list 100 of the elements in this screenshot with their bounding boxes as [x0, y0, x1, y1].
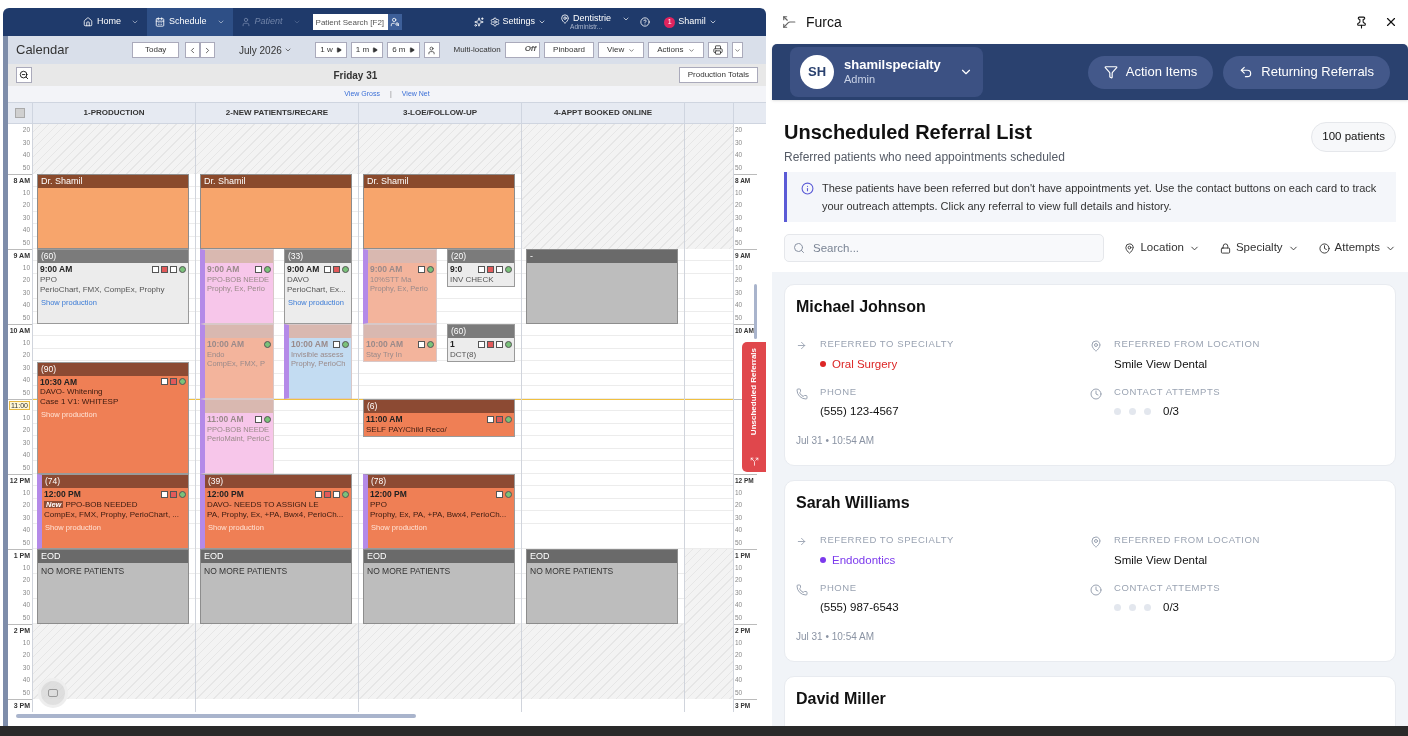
day-title: Friday 31 — [332, 68, 379, 83]
field-label: CONTACT ATTEMPTS — [1114, 582, 1221, 593]
clock-icon — [1318, 242, 1330, 254]
appointment-card[interactable]: (6) 11:00 AM SELF PAY/Child Reco/ — [363, 399, 515, 437]
appointment-time: 1 — [450, 340, 455, 349]
caret-icon — [538, 18, 547, 26]
appointment-detail: PerioChart, FMX, CompEx, Prophy — [40, 285, 165, 294]
provider-block[interactable]: Dr. Shamil — [37, 174, 189, 249]
person-icon — [240, 17, 251, 27]
appointment-detail: Case 1 V1: WHITESP — [40, 398, 119, 406]
user-menu[interactable]: Shamil — [678, 15, 717, 29]
filter-dropdown[interactable]: Specialty — [1219, 239, 1299, 257]
multi-location-toggle[interactable]: Off — [504, 42, 541, 58]
appointment-time: 10:30 AM — [40, 377, 77, 386]
provider-button[interactable] — [423, 42, 440, 58]
referral-card[interactable]: Michael Johnson REFERRED TO SPECIALTY Oral Surgery REFERRED FROM LOCATION Smile View Dental PHONE (555) 123-4567 CONTACT ATTEMPTS 0/3 Jul 31 • 10:54 AM — [784, 284, 1396, 466]
select-all-checkbox[interactable] — [15, 108, 25, 118]
status-icon — [264, 340, 271, 348]
fork-icon — [749, 457, 759, 466]
patient-count-badge: 100 patients — [1311, 122, 1396, 152]
toolbar-button[interactable]: Pinboard — [544, 42, 595, 58]
appointment-time: 9:00 AM — [207, 265, 240, 274]
blocked-slot[interactable]: EOD NO MORE PATIENTS — [363, 549, 515, 624]
appointment-card[interactable]: (60) 1 DCT(8) — [447, 324, 515, 362]
block-title: EOD — [204, 552, 224, 561]
production-totals-button[interactable]: Production Totals — [678, 67, 758, 83]
appointment-detail: INV CHECK — [450, 275, 494, 284]
header-action-button[interactable]: Action Items — [1087, 55, 1214, 89]
appointment-time: 9:00 AM — [370, 265, 403, 274]
blocked-slot[interactable]: - — [526, 249, 678, 324]
nav-tab[interactable]: Schedule — [147, 8, 233, 36]
appointment-header-bar — [205, 325, 273, 338]
column-header: 1-PRODUCTION — [83, 107, 145, 119]
patient-name: David Miller — [796, 690, 886, 707]
blocked-slot[interactable]: EOD NO MORE PATIENTS — [526, 549, 678, 624]
range-button[interactable]: 1 w — [315, 42, 347, 58]
appointment-header-bar — [205, 400, 273, 413]
print-options-button[interactable] — [731, 42, 743, 58]
sparkle-icon[interactable] — [473, 17, 484, 27]
appointment-card[interactable]: (20) 9:0 INV CHECK — [447, 249, 515, 287]
person-icon — [427, 45, 436, 55]
provider-block[interactable]: Dr. Shamil — [363, 174, 515, 249]
nav-tab[interactable]: Home — [75, 8, 147, 36]
filter-dropdown[interactable]: Attempts — [1318, 239, 1396, 257]
duration-label: (60) — [41, 252, 57, 261]
referral-date: Jul 31 • 10:54 AM — [796, 629, 875, 644]
referral-card[interactable]: Sarah Williams REFERRED TO SPECIALTY Endodontics REFERRED FROM LOCATION Smile View Dental PHONE (555) 987-6543 CONTACT ATTEMPTS 0/3 Jul 31 • 10:54 AM — [784, 480, 1396, 662]
location-name: Smile View Dental — [1114, 356, 1209, 372]
appointment-detail: Prophy, Ex, PA, +PA, Bwx4, PerioCh... — [370, 510, 507, 519]
zoom-out-button[interactable] — [16, 67, 32, 83]
field-label: PHONE — [820, 582, 858, 593]
provider-block[interactable]: Dr. Shamil — [200, 174, 352, 249]
phone-icon — [796, 583, 808, 596]
referral-card[interactable]: David Miller — [784, 676, 1396, 726]
vertical-scrollbar[interactable] — [754, 284, 757, 339]
appointment-detail: DAVO — [287, 275, 310, 284]
block-title: Dr. Shamil — [41, 177, 83, 186]
filter-dropdown[interactable]: Location — [1124, 239, 1200, 257]
blocked-slot[interactable]: EOD NO MORE PATIENTS — [200, 549, 352, 624]
field-label: REFERRED TO SPECIALTY — [820, 339, 954, 349]
close-icon[interactable] — [1384, 15, 1398, 29]
next-button[interactable] — [200, 42, 216, 58]
blocked-slot[interactable]: EOD NO MORE PATIENTS — [37, 549, 189, 624]
pin-icon[interactable] — [1355, 15, 1368, 29]
avatar: SH — [800, 55, 834, 89]
play-icon — [372, 47, 379, 53]
field-label: REFERRED FROM LOCATION — [1114, 339, 1260, 349]
menu-button[interactable]: Actions — [648, 42, 704, 58]
location-name: Smile View Dental — [1114, 552, 1209, 568]
print-button[interactable] — [707, 42, 728, 58]
panel-title: Furca — [806, 12, 842, 32]
menu-button[interactable]: View — [598, 42, 645, 58]
duration-label: (60) — [451, 327, 467, 336]
column-header: 4-APPT BOOKED ONLINE — [553, 107, 653, 119]
field-label: REFERRED TO SPECIALTY — [820, 535, 954, 545]
account-switcher[interactable]: SH shamilspecialty Admin — [790, 47, 983, 97]
patient-search-field[interactable]: Patient Search [F2] — [312, 14, 388, 30]
caret-icon — [131, 18, 139, 26]
phone-icon — [796, 387, 808, 400]
appointment-time: 12:00 PM — [207, 490, 244, 499]
block-title: Dr. Shamil — [204, 177, 246, 186]
filter-icon — [1103, 65, 1118, 79]
previous-button[interactable] — [185, 42, 201, 58]
location-menu[interactable]: Dentistrie — [560, 13, 631, 24]
range-button[interactable]: 6 m — [387, 42, 420, 58]
appointment-time: 9:00 AM — [287, 265, 320, 274]
help-icon[interactable] — [640, 17, 651, 27]
settings-menu[interactable]: Settings — [489, 15, 547, 29]
search-field[interactable]: Search... — [784, 234, 1105, 262]
range-button[interactable]: 1 m — [350, 42, 384, 58]
search-icon — [793, 242, 805, 254]
appointment-time: 10:00 AM — [291, 340, 328, 349]
caret-icon — [708, 18, 717, 26]
appointment-detail: DCT(8) — [450, 350, 477, 359]
month-selector[interactable]: July 2026 — [219, 42, 312, 58]
multi-location-label: Multi-location — [453, 44, 501, 56]
horizontal-scrollbar[interactable] — [16, 713, 416, 718]
today-button[interactable]: Today — [132, 42, 180, 58]
header-action-button[interactable]: Returning Referrals — [1223, 55, 1390, 89]
unscheduled-referrals-tab[interactable]: Unscheduled Referrals — [742, 342, 766, 472]
